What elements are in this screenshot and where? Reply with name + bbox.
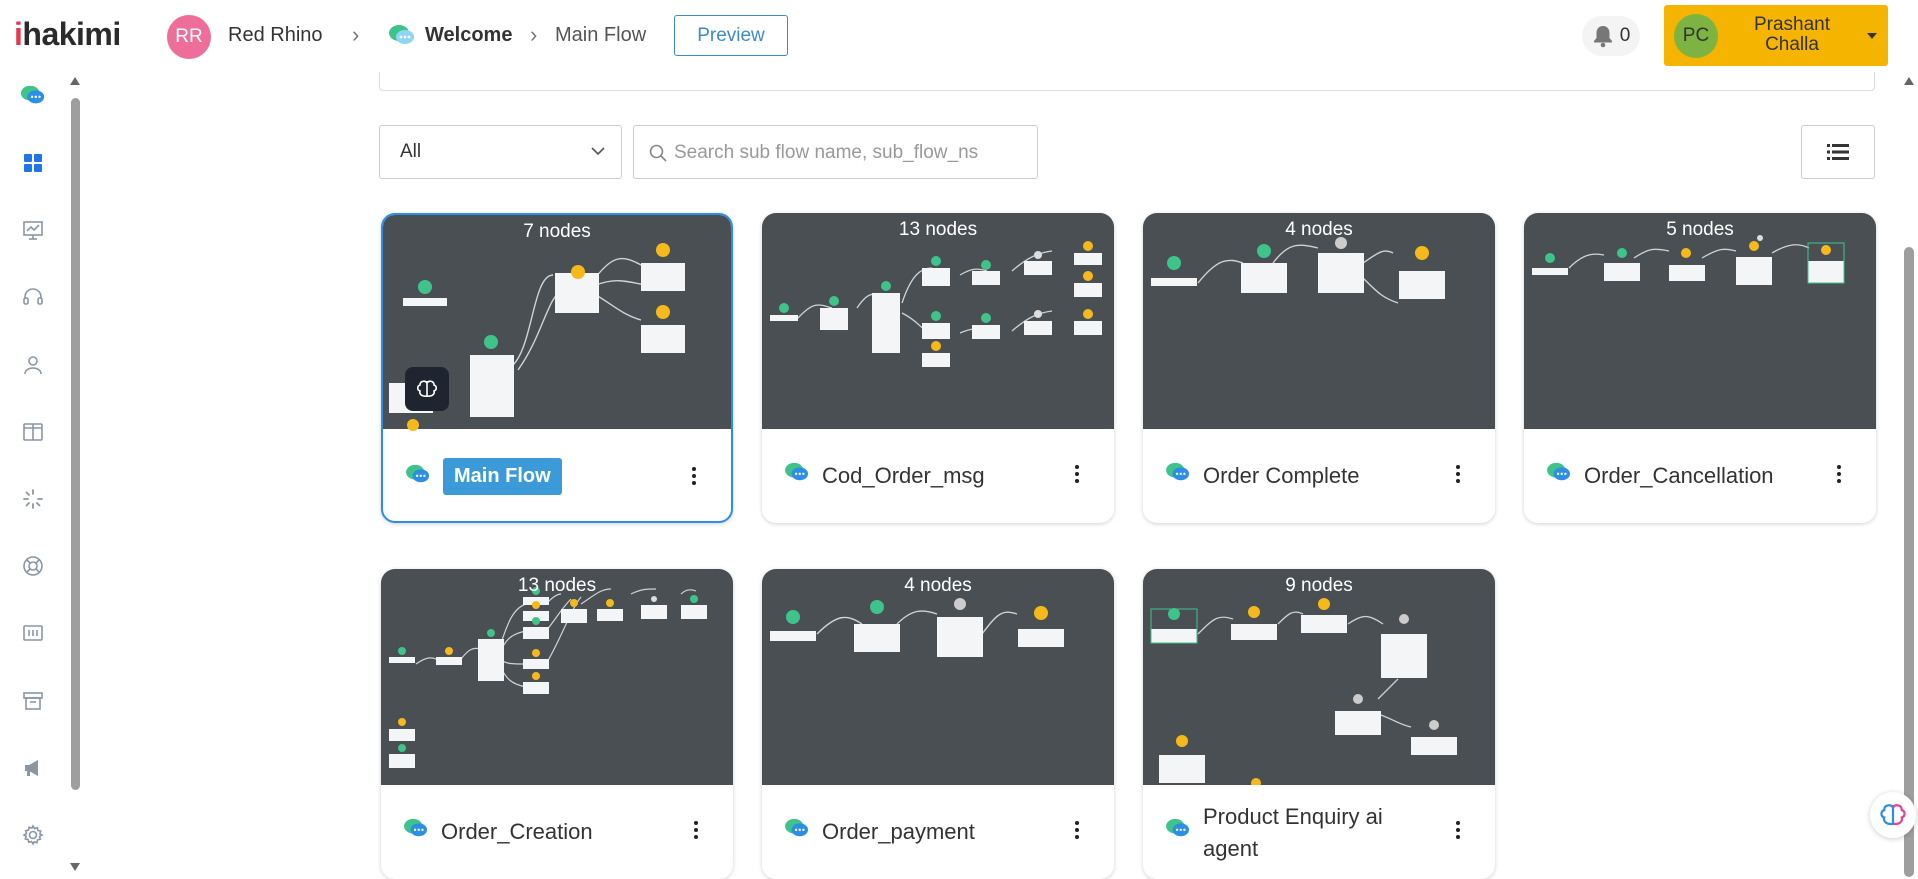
flow-name[interactable]: Cod_Order_msg (822, 463, 985, 489)
sidebar-scrollbar[interactable] (68, 72, 82, 877)
flow-name[interactable]: Order_payment (822, 819, 975, 845)
bell-icon (1593, 26, 1612, 48)
more-options-icon[interactable] (1455, 465, 1461, 483)
caret-down-icon (1867, 33, 1877, 39)
flow-preview[interactable]: 4 nodes (1143, 213, 1495, 429)
more-options-icon[interactable] (1074, 465, 1080, 483)
ai-brain-button[interactable] (405, 367, 449, 411)
flow-name[interactable]: Product Enquiry ai agent (1203, 801, 1433, 865)
workspace-name[interactable]: Red Rhino (228, 24, 323, 47)
flow-preview[interactable]: 4 nodes (762, 569, 1114, 785)
flow-preview[interactable]: 13 nodes (762, 213, 1114, 429)
node-count: 13 nodes (898, 219, 978, 240)
list-view-button[interactable] (1801, 125, 1875, 179)
chat-bubbles-icon (784, 817, 810, 844)
flow-diagram-thumbnail (770, 241, 1102, 367)
sparkle-loader-icon[interactable] (20, 486, 46, 512)
flow-preview[interactable]: 9 nodes (1143, 569, 1495, 785)
node-count: 5 nodes (1666, 219, 1734, 240)
chat-bubbles-icon (1165, 461, 1191, 488)
node-count: 4 nodes (904, 575, 972, 596)
flow-diagram-thumbnail (1151, 237, 1445, 304)
notification-count: 0 (1619, 25, 1631, 46)
more-options-icon[interactable] (1836, 465, 1842, 483)
search-field[interactable] (633, 125, 1038, 179)
search-icon (649, 144, 667, 162)
archive-box-icon[interactable] (20, 688, 46, 714)
user-menu[interactable]: PC Prashant Challa (1664, 5, 1888, 66)
breadcrumb-separator-icon: › (530, 22, 538, 47)
workspace-avatar[interactable]: RR (167, 15, 211, 59)
flow-name[interactable]: Main Flow (443, 458, 562, 495)
brain-icon (1880, 804, 1906, 826)
flow-name[interactable]: Order_Creation (441, 819, 593, 845)
flow-card[interactable]: 9 nodes Product Enquiry ai agent (1143, 569, 1495, 879)
more-options-icon[interactable] (1074, 821, 1080, 839)
preview-button[interactable]: Preview (674, 15, 788, 56)
more-options-icon[interactable] (691, 467, 697, 485)
chat-bubbles-icon (1546, 461, 1572, 488)
flow-card[interactable]: 13 nodes Cod_Order_msg (762, 213, 1114, 523)
user-name: Prashant Challa (1753, 14, 1831, 55)
breadcrumb-parent[interactable]: Welcome (425, 24, 512, 47)
top-header: ihakimi RR Red Rhino › Welcome › Main Fl… (0, 0, 1918, 72)
breadcrumb-separator-icon: › (352, 22, 360, 47)
flow-name[interactable]: Order_Cancellation (1584, 463, 1774, 489)
sidebar-scroll-thumb[interactable] (71, 98, 80, 790)
breadcrumb-current: Main Flow (555, 24, 647, 46)
node-count: 9 nodes (1285, 575, 1353, 596)
scroll-up-icon[interactable] (1903, 76, 1915, 86)
scroll-down-icon[interactable] (69, 862, 81, 872)
avatar: PC (1674, 14, 1718, 58)
chevron-down-icon (591, 147, 605, 156)
user-icon[interactable] (20, 352, 46, 378)
flow-card[interactable]: 13 nodes Order_Creation (381, 569, 733, 879)
analytics-chart-icon[interactable] (20, 217, 46, 243)
ai-assistant-button[interactable] (1870, 792, 1916, 838)
flow-preview[interactable]: 7 nodes (383, 215, 731, 431)
more-options-icon[interactable] (693, 821, 699, 839)
left-sidebar (0, 72, 64, 877)
lifebuoy-icon[interactable] (20, 553, 46, 579)
node-count: 4 nodes (1285, 219, 1353, 240)
chat-bubbles-icon (403, 817, 429, 844)
node-count: 7 nodes (523, 221, 591, 242)
chat-bubbles-icon (388, 23, 416, 52)
flow-preview[interactable]: 13 nodes (381, 569, 733, 785)
flow-diagram-thumbnail (1532, 235, 1845, 285)
scroll-up-icon[interactable] (69, 76, 81, 86)
gear-icon[interactable] (20, 822, 46, 848)
notifications-button[interactable]: 0 (1582, 16, 1640, 56)
flow-filter-select[interactable]: All (379, 125, 622, 179)
flow-diagram-thumbnail (770, 598, 1064, 657)
megaphone-icon[interactable] (20, 755, 46, 781)
main-scroll-thumb[interactable] (1904, 247, 1914, 877)
brain-icon (416, 380, 438, 397)
columns-icon[interactable] (20, 419, 46, 445)
dashboard-grid-icon[interactable] (20, 150, 46, 176)
flow-name[interactable]: Order Complete (1203, 463, 1360, 489)
flow-preview[interactable]: 5 nodes (1524, 213, 1876, 429)
app-logo[interactable]: ihakimi (14, 16, 121, 53)
id-card-icon[interactable] (20, 620, 46, 646)
chat-bubbles-icon (1165, 817, 1191, 844)
main-scrollbar[interactable] (1900, 72, 1918, 877)
collapsed-panel (379, 72, 1875, 91)
flow-card[interactable]: 7 nodes Main Flow (381, 213, 733, 523)
more-options-icon[interactable] (1455, 821, 1461, 839)
flow-card[interactable]: 4 nodes Order Complete (1143, 213, 1495, 523)
chat-bubbles-icon (784, 461, 810, 488)
chat-bubbles-icon (405, 463, 431, 490)
flow-diagram-thumbnail (389, 587, 707, 768)
search-input[interactable] (674, 138, 1024, 168)
chat-bubbles-icon[interactable] (20, 82, 46, 108)
list-icon (1827, 144, 1849, 160)
headset-icon[interactable] (20, 284, 46, 310)
flow-diagram-thumbnail (1150, 598, 1457, 785)
flow-card[interactable]: 4 nodes Order_payment (762, 569, 1114, 879)
flow-card[interactable]: 5 nodes Order_Cancellation (1524, 213, 1876, 523)
node-count: 13 nodes (517, 575, 597, 596)
